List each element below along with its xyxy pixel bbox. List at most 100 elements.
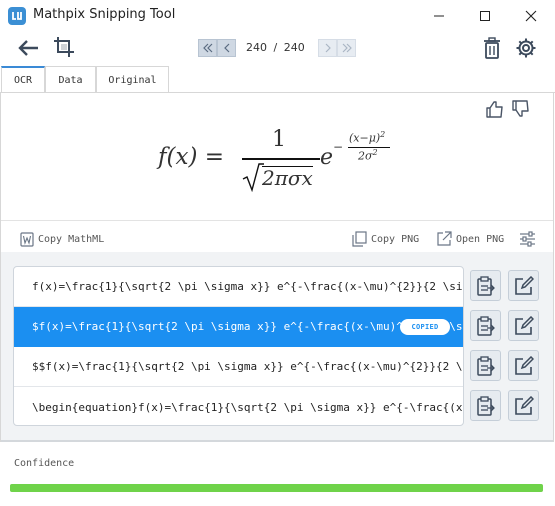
- copy-icon: [352, 231, 367, 247]
- tab-ocr[interactable]: OCR: [1, 66, 45, 93]
- last-page-button[interactable]: [337, 39, 356, 57]
- exponent-minus: −: [333, 140, 344, 154]
- format-settings-button[interactable]: [519, 229, 540, 249]
- title-bar: Mathpix Snipping Tool: [0, 0, 555, 31]
- edit-icon: [514, 315, 534, 335]
- equation-denominator: 2πσx: [262, 166, 313, 190]
- open-png-button[interactable]: Open PNG: [436, 229, 504, 249]
- first-page-button[interactable]: [198, 39, 217, 57]
- open-png-label: Open PNG: [456, 233, 505, 245]
- page-total: 240: [283, 41, 305, 54]
- latex-result-text: f(x)=\frac{1}{\sqrt{2 \pi \sigma x}} e^{…: [32, 280, 463, 293]
- exponent-denominator-text: 2σ: [358, 149, 373, 163]
- clipboard-icon: [476, 355, 495, 376]
- settings-button[interactable]: [515, 37, 537, 59]
- tab-data[interactable]: Data: [45, 66, 96, 93]
- word-doc-icon: [20, 231, 34, 247]
- latex-result-row-plain[interactable]: f(x)=\frac{1}{\sqrt{2 \pi \sigma x}} e^{…: [14, 267, 463, 307]
- exponent-numerator-text: (x−μ): [349, 131, 381, 145]
- delete-button[interactable]: [483, 37, 501, 59]
- back-button[interactable]: [16, 38, 40, 58]
- latex-result-text: \begin{equation}f(x)=\frac{1}{\sqrt{2 \p…: [32, 400, 463, 414]
- latex-results-list: f(x)=\frac{1}{\sqrt{2 \pi \sigma x}} e^{…: [13, 266, 464, 426]
- gear-icon: [516, 38, 536, 58]
- mathpix-logo-icon: [8, 7, 26, 25]
- tab-ocr-label: OCR: [13, 75, 33, 86]
- edit-icon: [514, 355, 534, 375]
- thumbs-up-icon: [486, 101, 503, 118]
- rendered-equation: f(x) = 1 2πσx e − (x−μ)2 2σ2: [158, 125, 418, 195]
- next-page-button[interactable]: [318, 39, 337, 57]
- clipboard-icon: [476, 275, 495, 296]
- edit-result-button[interactable]: [508, 310, 539, 341]
- copy-mathml-label: Copy MathML: [38, 233, 105, 245]
- edit-result-button[interactable]: [508, 270, 539, 301]
- thumbs-down-button[interactable]: [511, 99, 531, 119]
- copy-mathml-button[interactable]: Copy MathML: [20, 229, 104, 249]
- copied-badge: COPIED: [400, 319, 450, 335]
- double-chevron-left-icon: [202, 43, 212, 53]
- confidence-label: Confidence: [14, 458, 75, 469]
- fraction-bar: [242, 158, 320, 160]
- latex-result-text: $$f(x)=\frac{1}{\sqrt{2 \pi \sigma x}} e…: [32, 360, 463, 373]
- tab-bar: OCR Data Original: [1, 66, 169, 93]
- arrow-left-icon: [18, 40, 38, 56]
- snip-button[interactable]: [53, 36, 75, 58]
- exponent-denominator-power: 2: [372, 148, 378, 157]
- trash-icon: [484, 37, 500, 59]
- copy-result-button[interactable]: [470, 310, 501, 341]
- external-link-icon: [437, 231, 452, 246]
- exponent-denominator: 2σ2: [358, 148, 378, 163]
- copy-result-button[interactable]: [470, 350, 501, 381]
- maximize-icon: [480, 10, 490, 21]
- double-chevron-right-icon: [342, 43, 352, 53]
- page-current: 240: [246, 41, 267, 54]
- chevron-right-icon: [325, 43, 331, 53]
- thumbs-down-icon: [512, 100, 529, 117]
- crop-icon: [54, 37, 74, 57]
- copy-result-button[interactable]: [470, 270, 501, 301]
- copy-png-label: Copy PNG: [371, 233, 420, 245]
- exponent-numerator-power: 2: [380, 130, 386, 139]
- page-separator: /: [273, 41, 278, 54]
- latex-result-text: $f(x)=\frac{1}{\sqrt{2 \pi \sigma x}} e^…: [32, 320, 463, 333]
- latex-result-row-equation[interactable]: \begin{equation}f(x)=\frac{1}{\sqrt{2 \p…: [14, 387, 463, 425]
- confidence-bar: [10, 484, 543, 492]
- latex-result-row-display[interactable]: $$f(x)=\frac{1}{\sqrt{2 \pi \sigma x}} e…: [14, 347, 463, 387]
- copy-result-button[interactable]: [470, 390, 501, 421]
- minimize-button[interactable]: [416, 0, 462, 31]
- panel-border-right: [553, 92, 554, 442]
- page-indicator: 240 / 240: [246, 41, 305, 54]
- sqrt-icon: [242, 163, 264, 192]
- window-title: Mathpix Snipping Tool: [33, 7, 176, 22]
- tab-underline: [0, 92, 555, 93]
- equation-lhs: f(x) =: [158, 144, 225, 170]
- thumbs-up-button[interactable]: [485, 99, 505, 119]
- latex-result-row-inline[interactable]: $f(x)=\frac{1}{\sqrt{2 \pi \sigma x}} e^…: [14, 307, 463, 347]
- prev-page-button[interactable]: [217, 39, 236, 57]
- clipboard-icon: [476, 395, 495, 416]
- tab-data-label: Data: [58, 74, 83, 86]
- next-nav-group: [318, 39, 356, 57]
- equation-base: e: [320, 145, 334, 170]
- confidence-separator: [1, 440, 553, 442]
- prev-nav-group: [198, 39, 236, 57]
- copy-png-button[interactable]: Copy PNG: [352, 229, 419, 249]
- close-icon: [525, 10, 537, 21]
- clipboard-icon: [476, 315, 495, 336]
- chevron-left-icon: [223, 43, 229, 53]
- edit-result-button[interactable]: [508, 390, 539, 421]
- edit-icon: [514, 275, 534, 295]
- minimize-icon: [434, 15, 444, 16]
- sliders-icon: [520, 231, 535, 247]
- edit-result-button[interactable]: [508, 350, 539, 381]
- tab-original-label: Original: [108, 74, 157, 86]
- section-divider: [1, 220, 553, 221]
- equation-numerator: 1: [272, 127, 286, 152]
- tab-original[interactable]: Original: [96, 66, 169, 93]
- confidence-bar-fill: [10, 484, 543, 492]
- maximize-button[interactable]: [462, 0, 508, 31]
- edit-icon: [514, 395, 534, 415]
- exponent-numerator: (x−μ)2: [349, 130, 385, 145]
- close-button[interactable]: [508, 0, 554, 31]
